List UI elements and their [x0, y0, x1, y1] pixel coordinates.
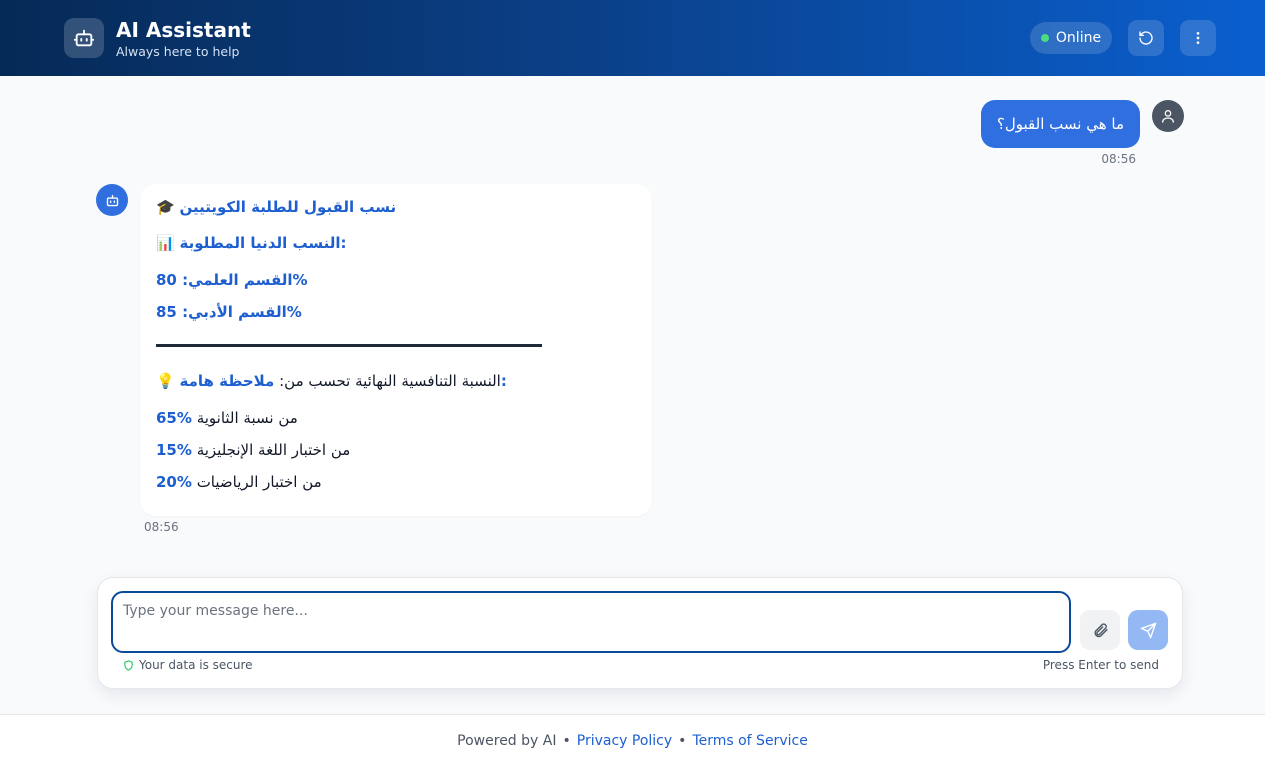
literary-requirement: القسم الأدبي: 85% — [156, 303, 302, 321]
bot-message-bubble: 🎓 نسب القبول للطلبة الكويتيين 📊 النسب ال… — [140, 184, 652, 516]
list-item-text: من اختبار الرياضيات — [196, 473, 322, 491]
terms-of-service-link[interactable]: Terms of Service — [692, 733, 807, 749]
more-options-button[interactable] — [1180, 20, 1216, 56]
user-message-text: ما هي نسب القبول؟ — [996, 115, 1124, 133]
paperclip-icon — [1094, 622, 1108, 637]
user-message-time: 08:56 — [1101, 152, 1136, 166]
bot-title-line: 🎓 نسب القبول للطلبة الكويتيين — [156, 198, 396, 216]
bot-avatar — [96, 184, 128, 216]
footer-separator: • — [678, 733, 687, 749]
list-item-percent: 15% — [156, 441, 192, 459]
robot-icon — [106, 194, 118, 206]
message-composer: Your data is secure Press Enter to send — [97, 577, 1183, 689]
shield-icon — [124, 659, 133, 671]
user-icon — [1162, 110, 1174, 123]
list-item: 65% من نسبة الثانوية — [156, 409, 298, 427]
divider — [156, 344, 542, 347]
footer-separator: • — [562, 733, 571, 749]
user-avatar — [1152, 100, 1184, 132]
security-text: Your data is secure — [139, 658, 253, 672]
graduation-cap-icon: 🎓 — [156, 198, 175, 216]
list-item: 15% من اختبار اللغة الإنجليزية — [156, 441, 350, 459]
list-item-percent: 65% — [156, 409, 192, 427]
status-text: Online — [1055, 30, 1102, 46]
security-note: Your data is secure — [123, 658, 253, 672]
online-dot-icon — [1040, 34, 1049, 42]
min-heading: النسب الدنيا المطلوبة: — [179, 234, 347, 252]
note-text: النسبة التنافسية النهائية تحسب من: — [279, 372, 501, 390]
status-badge: Online — [1030, 22, 1112, 54]
enter-hint: Press Enter to send — [1042, 658, 1159, 672]
send-icon — [1140, 622, 1156, 638]
list-item: 20% من اختبار الرياضيات — [156, 473, 322, 491]
more-vertical-icon — [1196, 32, 1200, 44]
attach-button[interactable] — [1080, 610, 1120, 650]
app-header: AI Assistant Always here to help Online — [0, 0, 1265, 76]
bar-chart-icon: 📊 — [156, 234, 175, 252]
note-line: 💡 النسبة التنافسية النهائية تحسب من: ملا… — [156, 372, 507, 390]
refresh-icon — [1139, 31, 1153, 45]
science-requirement: القسم العلمي: 80% — [156, 271, 308, 289]
list-item-text: من اختبار اللغة الإنجليزية — [196, 441, 351, 459]
message-input[interactable] — [111, 591, 1071, 653]
list-item-percent: 20% — [156, 473, 192, 491]
app-subtitle: Always here to help — [116, 44, 240, 59]
footer: Powered by AI • Privacy Policy • Terms o… — [0, 714, 1265, 767]
refresh-button[interactable] — [1128, 20, 1164, 56]
privacy-policy-link[interactable]: Privacy Policy — [577, 733, 672, 749]
bot-message-time: 08:56 — [144, 520, 179, 534]
list-item-text: من نسبة الثانوية — [196, 409, 298, 427]
send-button[interactable] — [1128, 610, 1168, 650]
app-title: AI Assistant — [116, 18, 251, 42]
robot-icon — [64, 18, 104, 58]
powered-by-text: Powered by AI — [457, 733, 557, 749]
min-heading-line: 📊 النسب الدنيا المطلوبة: — [156, 234, 346, 252]
lightbulb-icon: 💡 — [156, 372, 175, 390]
bot-title: نسب القبول للطلبة الكويتيين — [179, 198, 397, 216]
user-message-bubble: ما هي نسب القبول؟ — [980, 100, 1140, 148]
